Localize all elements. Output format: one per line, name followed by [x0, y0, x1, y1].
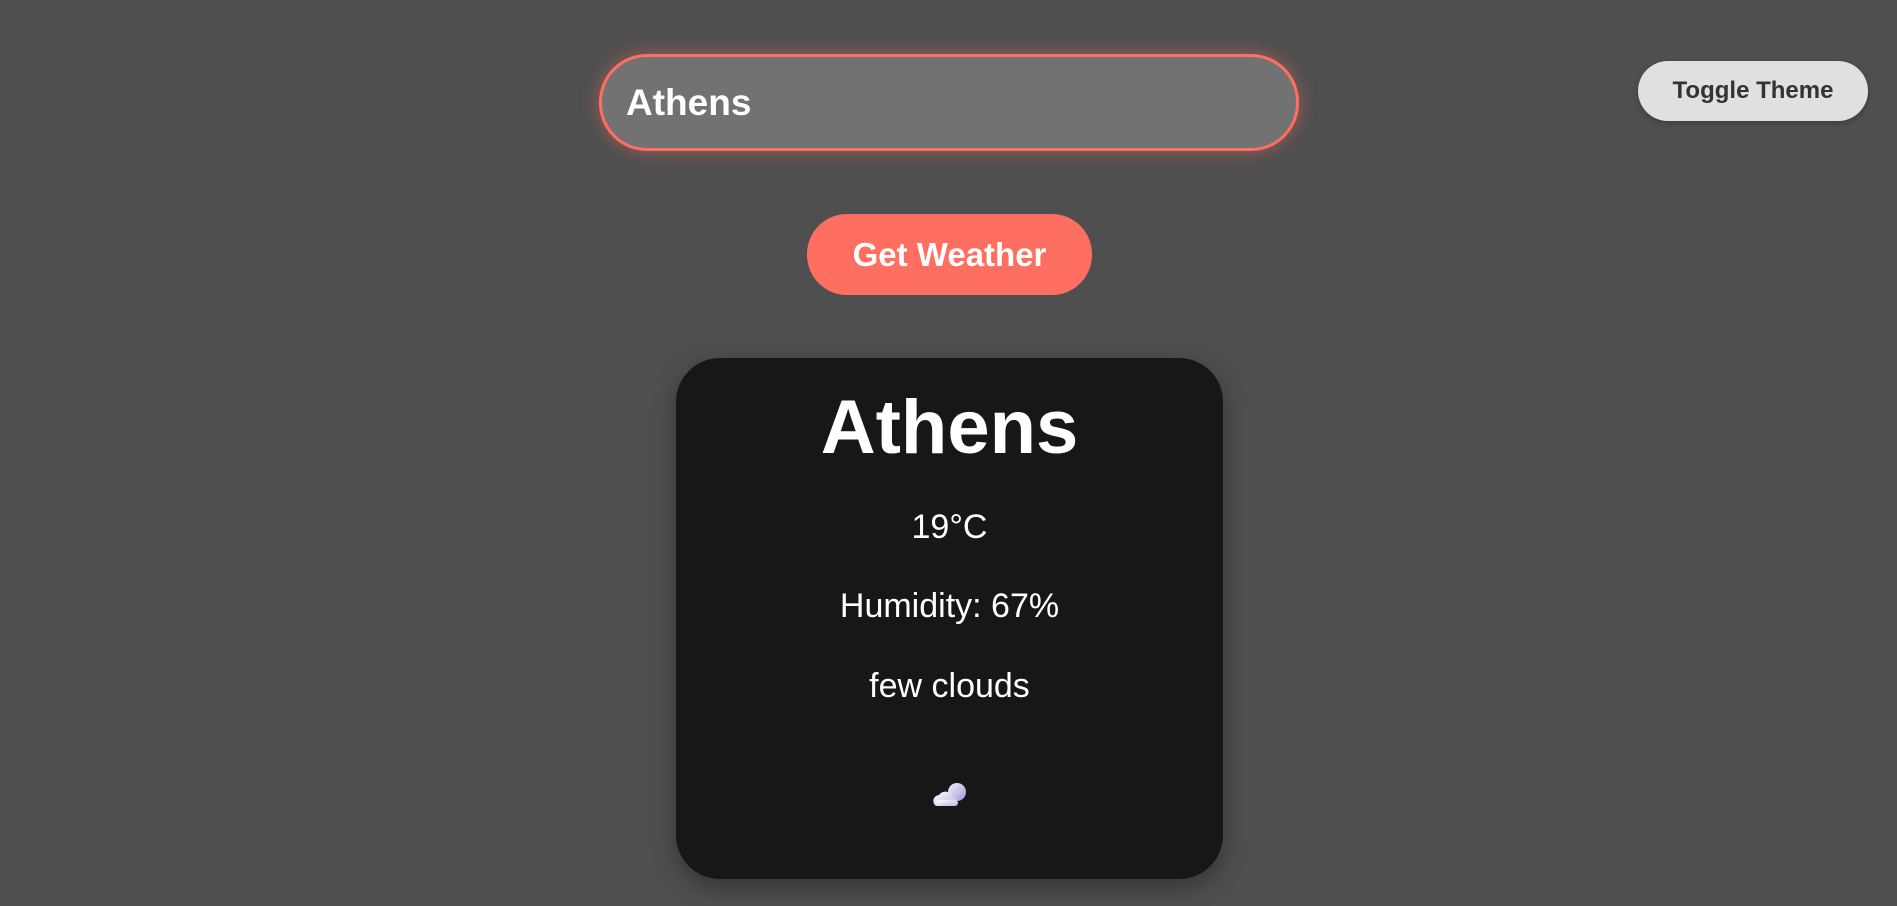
- city-search-input[interactable]: [599, 54, 1299, 151]
- weather-app: Toggle Theme Get Weather Athens 19°C Hum…: [0, 0, 1897, 906]
- temperature: 19°C: [911, 508, 988, 546]
- get-weather-button[interactable]: Get Weather: [807, 214, 1092, 295]
- weather-description: few clouds: [869, 667, 1030, 705]
- city-name: Athens: [820, 385, 1079, 470]
- humidity: Humidity: 67%: [839, 587, 1060, 625]
- few-clouds-icon: [932, 782, 970, 808]
- weather-card: Athens 19°C Humidity: 67% few clouds: [676, 358, 1223, 879]
- toggle-theme-button[interactable]: Toggle Theme: [1638, 61, 1868, 121]
